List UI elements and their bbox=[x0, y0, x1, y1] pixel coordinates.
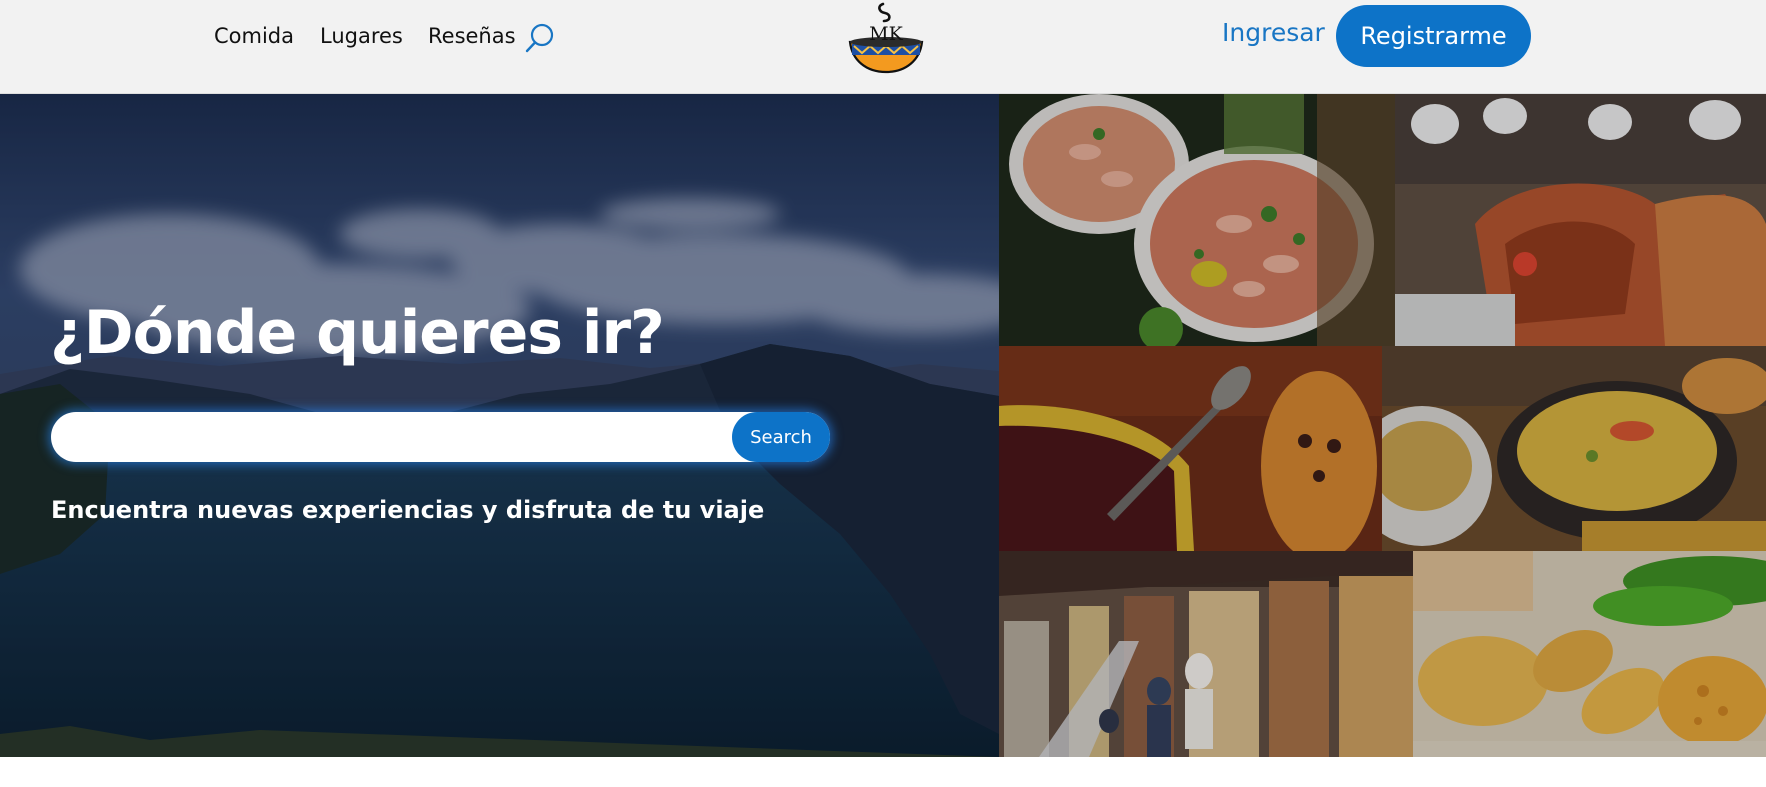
hero-title: ¿Dónde quieres ir? bbox=[50, 298, 665, 368]
search-input[interactable] bbox=[69, 412, 733, 464]
locro-soup-photo bbox=[1382, 346, 1766, 551]
fried-plantain-empanadas-photo bbox=[1413, 551, 1766, 757]
nav-link-lugares[interactable]: Lugares bbox=[320, 24, 403, 48]
hero-subtitle: Encuentra nuevas experiencias y disfruta… bbox=[51, 496, 765, 524]
logo[interactable]: MK bbox=[846, 2, 926, 76]
login-link[interactable]: Ingresar bbox=[1222, 18, 1325, 47]
search-bar: Search bbox=[51, 412, 830, 464]
nav-link-comida[interactable]: Comida bbox=[214, 24, 294, 48]
food-photo-gallery bbox=[999, 94, 1766, 757]
search-icon[interactable] bbox=[524, 22, 556, 54]
roast-pork-market-photo bbox=[1395, 94, 1766, 346]
hero-section: ¿Dónde quieres ir? Search Encuentra nuev… bbox=[0, 94, 999, 757]
nav-link-resenas[interactable]: Reseñas bbox=[428, 24, 516, 48]
top-navigation-bar: Comida Lugares Reseñas MK Ingresar Regis… bbox=[0, 0, 1766, 94]
register-button[interactable]: Registrarme bbox=[1336, 5, 1531, 67]
market-street-photo bbox=[999, 551, 1413, 757]
logo-text: MK bbox=[869, 23, 903, 45]
soup-bowl-logo-icon: MK bbox=[848, 2, 924, 74]
shrimp-ceviche-photo bbox=[999, 94, 1395, 346]
search-button[interactable]: Search bbox=[732, 412, 830, 462]
colada-morada-guagua-bread-photo bbox=[999, 346, 1382, 551]
